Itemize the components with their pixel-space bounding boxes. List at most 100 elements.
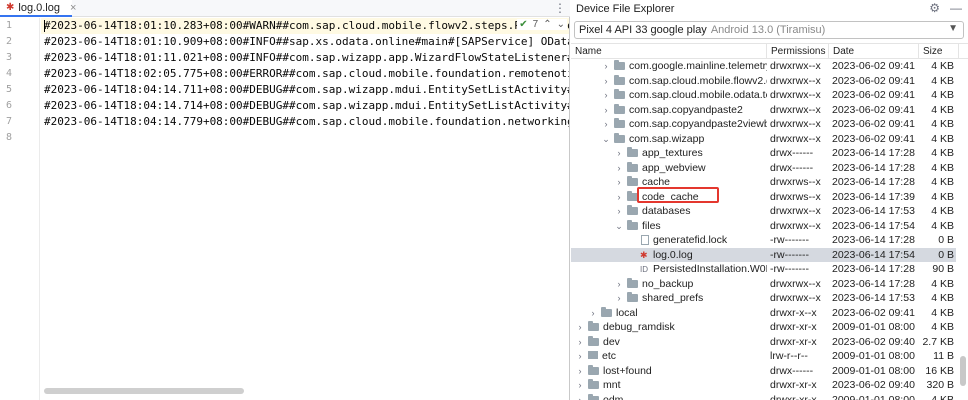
chevron-right-icon[interactable]: ›: [575, 349, 585, 363]
tree-row[interactable]: › cache drwxrws--x 2023-06-14 17:28 4 KB: [571, 175, 956, 190]
chevron-right-icon[interactable]: ›: [575, 320, 585, 334]
device-select[interactable]: Pixel 4 API 33 google play Android 13.0 …: [574, 21, 964, 39]
chevron-right-icon[interactable]: ›: [601, 117, 611, 131]
column-date[interactable]: Date: [829, 44, 919, 59]
tree-row[interactable]: › no_backup drwxrwx--x 2023-06-14 17:28 4 KB: [571, 277, 956, 292]
chevron-right-icon[interactable]: ›: [614, 146, 624, 160]
chevron-down-icon[interactable]: ⌄: [614, 219, 624, 233]
code-line[interactable]: #2023-06-14T18:02:05.775+08:00#ERROR##co…: [44, 66, 569, 82]
date-cell: 2023-06-02 09:41: [832, 89, 915, 101]
tree-row[interactable]: › odm drwxr-xr-x 2009-01-01 08:00 4 KB: [571, 393, 956, 400]
close-icon[interactable]: ×: [70, 2, 76, 14]
chevron-right-icon[interactable]: ›: [575, 364, 585, 378]
tree-row[interactable]: › etc lrw-r--r-- 2009-01-01 08:00 11 B: [571, 349, 956, 364]
size-cell: 11 B: [933, 350, 954, 362]
tab-log-file[interactable]: ✱ log.0.log ×: [0, 0, 76, 17]
gear-icon[interactable]: ⚙: [929, 1, 940, 15]
size-cell: 4 KB: [931, 161, 954, 174]
chevron-right-icon[interactable]: ›: [601, 59, 611, 73]
tree-row-name-cell: › no_backup: [571, 277, 767, 291]
tree-row-name-cell: › com.sap.copyandpaste2viewbas: [571, 117, 767, 131]
tree-row[interactable]: ✱ log.0.log -rw------- 2023-06-14 17:54 0 B: [571, 247, 956, 262]
tree-row[interactable]: ⌄ com.sap.wizapp drwxrwx--x 2023-06-02 09:4…: [571, 132, 956, 147]
folder-icon: [627, 176, 638, 186]
chevron-right-icon[interactable]: ›: [601, 88, 611, 102]
chevron-right-icon[interactable]: ›: [601, 103, 611, 117]
code-area[interactable]: #2023-06-14T18:01:10.283+08:00#WARN##com…: [41, 18, 569, 390]
code-line[interactable]: #2023-06-14T18:01:10.283+08:00#WARN##com…: [41, 18, 569, 34]
tree-row-label: mnt: [603, 379, 621, 391]
chevron-up-icon[interactable]: ⌃: [543, 19, 551, 30]
tree-row-label: app_webview: [642, 161, 706, 174]
tree-row[interactable]: › code_cache drwxrws--x 2023-06-14 17:39 4 K…: [571, 190, 956, 205]
chevron-right-icon[interactable]: ›: [575, 393, 585, 400]
tree-row[interactable]: › shared_prefs drwxrwx--x 2023-06-14 17:53 4…: [571, 291, 956, 306]
column-name[interactable]: Name: [571, 44, 767, 59]
code-line[interactable]: #2023-06-14T18:01:10.909+08:00#INFO##sap…: [44, 34, 569, 50]
date-cell: 2023-06-14 17:28: [832, 277, 915, 290]
tree-row[interactable]: › com.sap.cloud.mobile.flowv2.de drwxrwx--…: [571, 74, 956, 89]
tree-row[interactable]: › app_webview drwx------ 2023-06-14 17:28 4 …: [571, 161, 956, 176]
chevron-right-icon[interactable]: ›: [614, 175, 624, 189]
folder-icon: [588, 393, 599, 400]
date-cell: 2023-06-02 09:41: [832, 306, 915, 319]
size-cell: 320 B: [926, 379, 954, 391]
tree-row-name-cell: ⌄ com.sap.wizapp: [571, 132, 767, 146]
tree-row[interactable]: › debug_ramdisk drwxr-xr-x 2009-01-01 08:00…: [571, 320, 956, 335]
chevron-right-icon[interactable]: ›: [614, 277, 624, 291]
tree-row[interactable]: › com.sap.copyandpaste2 drwxrwx--x 2023-06-…: [571, 103, 956, 118]
tree-row[interactable]: › dev drwxr-xr-x 2023-06-02 09:40 2.7 KB: [571, 335, 956, 350]
code-line[interactable]: #2023-06-14T18:01:11.021+08:00#INFO##com…: [44, 50, 569, 66]
permissions-cell: -rw-------: [770, 234, 810, 246]
chevron-right-icon[interactable]: ›: [575, 378, 585, 392]
tree-row[interactable]: › com.sap.copyandpaste2viewbas drwxrwx--x 2…: [571, 117, 956, 132]
chevron-right-icon[interactable]: ›: [575, 335, 585, 349]
tree-row[interactable]: generatefid.lock -rw------- 2023-06-14 17:…: [571, 233, 956, 248]
tree-row[interactable]: › com.sap.cloud.mobile.odata.tes drwxrwx--…: [571, 88, 956, 103]
size-cell: 4 KB: [931, 118, 954, 130]
tree-row[interactable]: › mnt drwxr-xr-x 2023-06-02 09:40 320 B: [571, 378, 956, 393]
code-line[interactable]: #2023-06-14T18:04:14.779+08:00#DEBUG##co…: [44, 114, 569, 130]
permissions-cell: drwxrwx--x: [770, 89, 821, 101]
size-cell: 90 B: [932, 263, 954, 275]
chevron-right-icon[interactable]: ›: [601, 74, 611, 88]
inspection-widget[interactable]: ✔ 7 ⌃ ⌄: [517, 19, 567, 30]
size-cell: 4 KB: [931, 321, 954, 333]
chevron-right-icon[interactable]: ›: [614, 204, 624, 218]
tree-row[interactable]: › app_textures drwx------ 2023-06-14 17:28 4…: [571, 146, 956, 161]
tree-row-label: com.google.mainline.telemetry: [629, 60, 767, 72]
tree-row[interactable]: › lost+found drwx------ 2009-01-01 08:00 16 …: [571, 364, 956, 379]
tree-row-label: databases: [642, 205, 691, 217]
folder-icon: [601, 306, 612, 317]
code-line[interactable]: #2023-06-14T18:04:14.714+08:00#DEBUG##co…: [44, 98, 569, 114]
folder-icon: [627, 161, 638, 172]
tree-row[interactable]: ID PersistedInstallation.W0RI -rw------- 20…: [571, 262, 956, 277]
permissions-cell: drwxrwx--x: [770, 132, 821, 145]
column-permissions[interactable]: Permissions: [767, 44, 829, 59]
tree-row[interactable]: ⌄ files drwxrwx--x 2023-06-14 17:54 4 KB: [571, 219, 956, 234]
chevron-right-icon[interactable]: ›: [614, 161, 624, 175]
bug-icon: ✱: [640, 249, 648, 260]
chevron-down-icon[interactable]: ⌄: [601, 132, 611, 146]
chevron-down-icon[interactable]: ⌄: [557, 19, 565, 30]
chevron-right-icon[interactable]: ›: [614, 291, 624, 305]
tree-row[interactable]: › databases drwxrwx--x 2023-06-14 17:53 4 KB: [571, 204, 956, 219]
more-vertical-icon[interactable]: ⋮: [554, 1, 566, 15]
column-size[interactable]: Size: [919, 44, 959, 59]
date-cell: 2009-01-01 08:00: [832, 321, 915, 333]
chevron-right-icon[interactable]: ›: [614, 190, 624, 204]
tree-row[interactable]: › local drwxr-x--x 2023-06-02 09:41 4 KB: [571, 306, 956, 321]
minimize-icon[interactable]: —: [950, 1, 962, 15]
tree-row-label: debug_ramdisk: [603, 321, 675, 333]
permissions-cell: drwx------: [770, 147, 814, 159]
permissions-cell: drwxr-xr-x: [770, 335, 817, 348]
chevron-right-icon[interactable]: ›: [588, 306, 598, 320]
vertical-scrollbar[interactable]: [960, 356, 966, 386]
code-line[interactable]: #2023-06-14T18:04:14.711+08:00#DEBUG##co…: [44, 82, 569, 98]
date-cell: 2009-01-01 08:00: [832, 393, 915, 400]
tree-row-label: log.0.log: [653, 248, 693, 261]
horizontal-scrollbar[interactable]: [44, 388, 244, 394]
size-cell: 2.7 KB: [922, 335, 954, 348]
tree-row[interactable]: › com.google.mainline.telemetry drwxrwx--x…: [571, 59, 956, 74]
column-header: Name Permissions Date Size: [571, 43, 968, 59]
